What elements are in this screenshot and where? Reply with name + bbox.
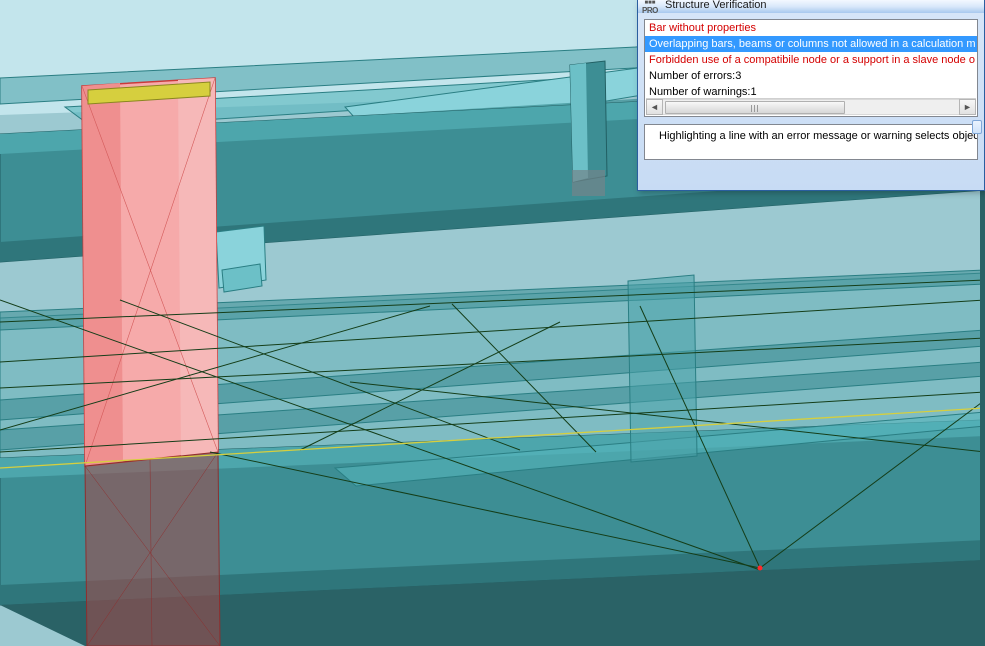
msg-summary: Number of errors:3 bbox=[645, 68, 977, 84]
structure-verification-dialog[interactable]: ■■■ PRO Structure Verification Bar witho… bbox=[637, 0, 985, 191]
dialog-title: Structure Verification bbox=[638, 0, 984, 13]
selected-column[interactable] bbox=[82, 78, 220, 646]
hint-box: Highlighting a line with an error messag… bbox=[644, 124, 978, 160]
side-button[interactable] bbox=[972, 120, 982, 134]
app-badge-text: PRO bbox=[642, 7, 658, 15]
horizontal-scrollbar[interactable]: ◄ ► bbox=[646, 98, 976, 115]
msg-error[interactable]: Bar without properties bbox=[645, 20, 977, 36]
message-list[interactable]: Bar without properties Overlapping bars,… bbox=[644, 19, 978, 117]
scroll-thumb[interactable] bbox=[665, 101, 845, 114]
viewport: ■■■ PRO Structure Verification Bar witho… bbox=[0, 0, 985, 646]
hint-text: Highlighting a line with an error messag… bbox=[659, 130, 978, 142]
app-badge: ■■■ PRO bbox=[642, 0, 658, 15]
msg-error-selected[interactable]: Overlapping bars, beams or columns not a… bbox=[645, 36, 977, 52]
scroll-track[interactable] bbox=[663, 99, 959, 115]
node-marker bbox=[758, 566, 763, 571]
msg-error[interactable]: Forbidden use of a compatibile node or a… bbox=[645, 52, 977, 68]
scroll-left-button[interactable]: ◄ bbox=[646, 99, 663, 115]
scroll-right-button[interactable]: ► bbox=[959, 99, 976, 115]
